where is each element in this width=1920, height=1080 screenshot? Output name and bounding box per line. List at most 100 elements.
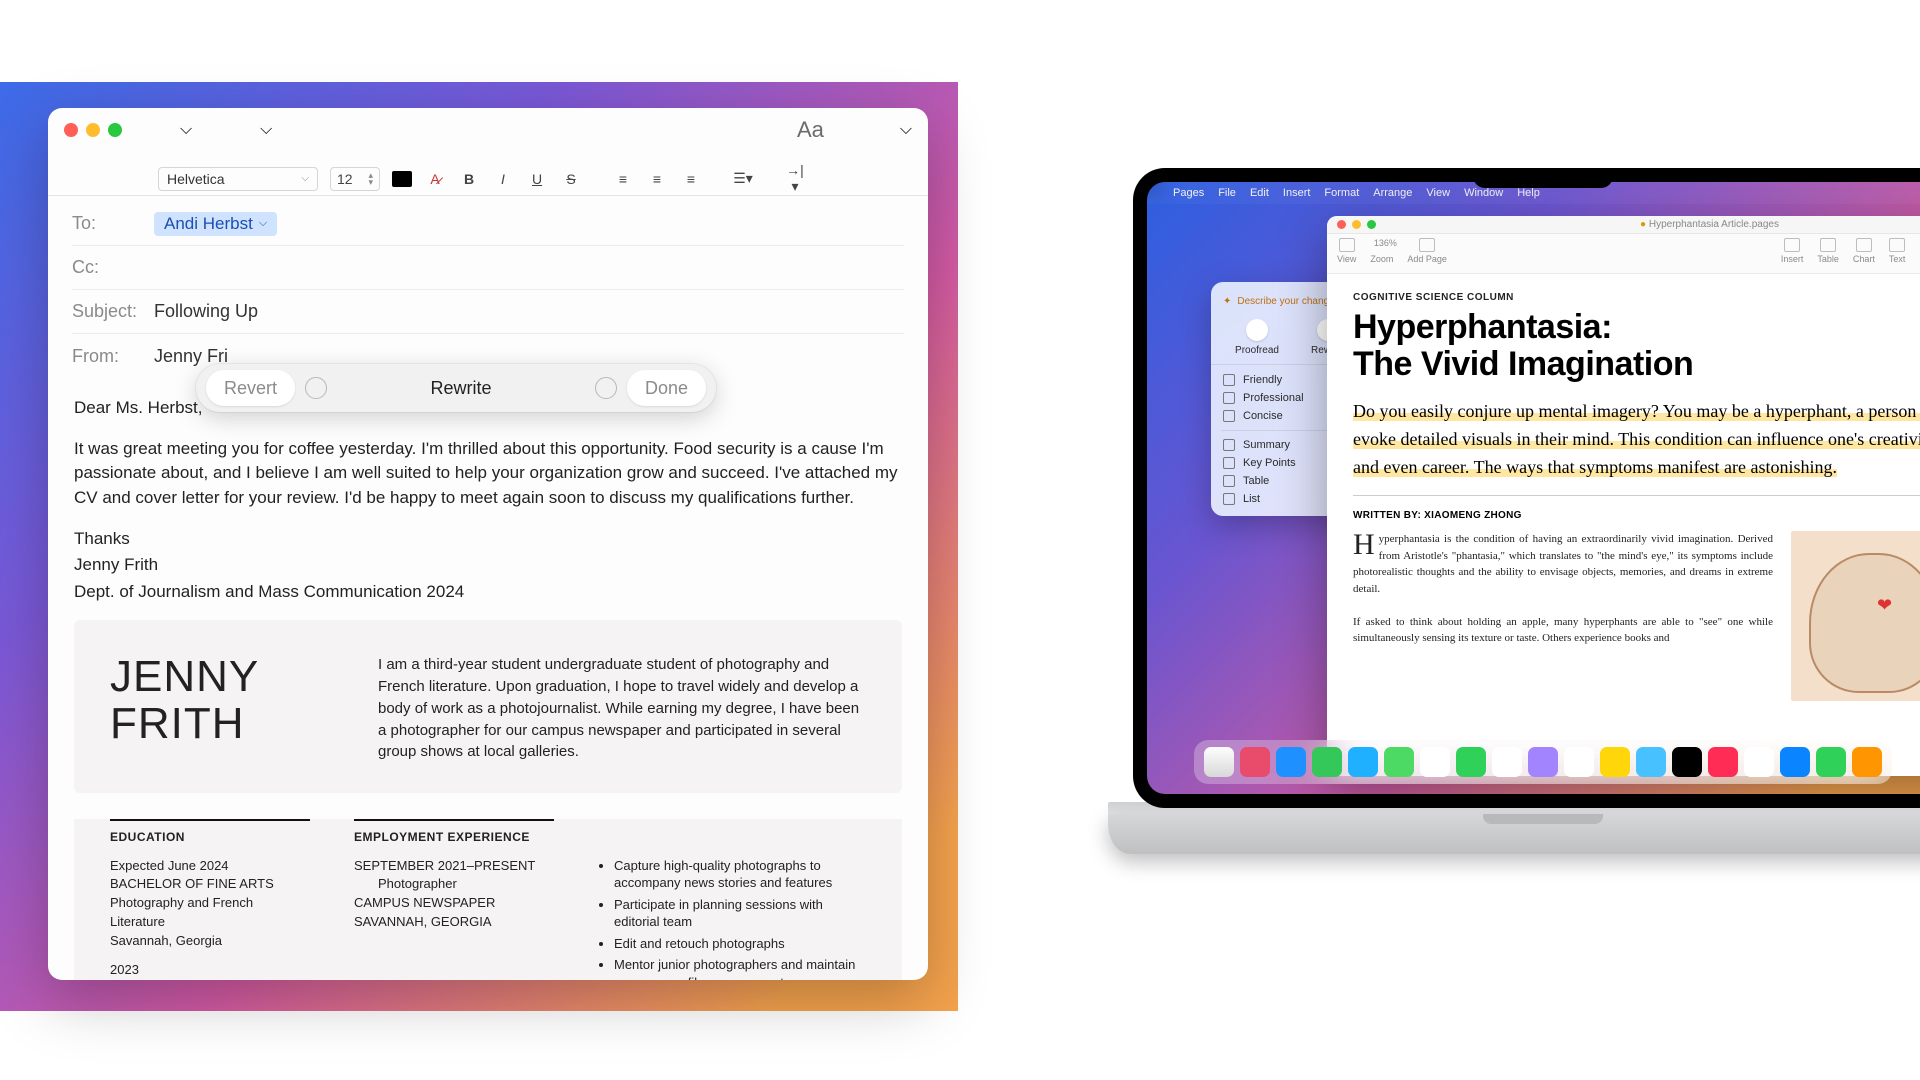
text-button[interactable]: Text	[1889, 238, 1906, 264]
resume-attachment: JENNY FRITH I am a third-year student un…	[74, 620, 902, 793]
messages-icon[interactable]	[1312, 747, 1342, 777]
minimize-icon[interactable]	[86, 123, 100, 137]
font-select[interactable]: Helvetica ⌵	[158, 167, 318, 191]
launchpad-icon[interactable]	[1240, 747, 1270, 777]
finder-icon[interactable]	[1204, 747, 1234, 777]
briefcase-icon	[1223, 392, 1235, 404]
photos-icon[interactable]	[1420, 747, 1450, 777]
subject-field-row[interactable]: Subject: Following Up	[72, 290, 904, 334]
indent-icon[interactable]: →|▾	[784, 162, 806, 195]
to-label: To:	[72, 213, 140, 234]
message-body[interactable]: Revert Rewrite Done Dear Ms. Herbst, It …	[48, 378, 928, 980]
header-fields: To: Andi Herbst ⌵ Cc: Subject: Following…	[48, 196, 928, 378]
safari-icon[interactable]	[1276, 747, 1306, 777]
signature-dept: Dept. of Journalism and Mass Communicati…	[74, 580, 902, 605]
cc-field-row[interactable]: Cc:	[72, 246, 904, 290]
history-icon[interactable]	[305, 377, 327, 399]
menu-item[interactable]: Insert	[1283, 187, 1311, 199]
font-size-select[interactable]: 12 ▴▾	[330, 167, 380, 191]
format-bar: Helvetica ⌵ 12 ▴▾ A̷ B I U S ≡ ≡ ≡ ☰▾ →|…	[48, 162, 928, 196]
pages-icon[interactable]	[1852, 747, 1882, 777]
align-left-icon[interactable]: ≡	[612, 171, 634, 187]
add-page-button[interactable]: Add Page	[1407, 238, 1447, 264]
send-options-chevron-icon[interactable]: ⌵	[180, 121, 192, 139]
music-icon[interactable]	[1708, 747, 1738, 777]
stationery-chevron-icon[interactable]: ⌵	[260, 121, 272, 139]
menu-item[interactable]: Arrange	[1373, 187, 1412, 199]
underline-button[interactable]: U	[526, 171, 548, 187]
view-button[interactable]: View	[1337, 238, 1356, 264]
laptop-base	[1108, 814, 1920, 854]
body-paragraph: It was great meeting you for coffee yest…	[74, 437, 902, 511]
font-size: 12	[337, 171, 353, 187]
minimize-icon[interactable]	[1352, 220, 1361, 229]
numbers-icon[interactable]	[1816, 747, 1846, 777]
laptop-screen: Pages File Edit Insert Format Arrange Vi…	[1133, 168, 1920, 808]
revert-button[interactable]: Revert	[206, 370, 295, 406]
font-name: Helvetica	[167, 171, 225, 187]
tv-icon[interactable]	[1672, 747, 1702, 777]
close-icon[interactable]	[1337, 220, 1346, 229]
pages-toolbar: View 136%Zoom Add Page Insert Table Char…	[1327, 234, 1920, 274]
insert-button[interactable]: Insert	[1781, 238, 1804, 264]
table-button[interactable]: Table	[1817, 238, 1839, 264]
article-illustration: ❤	[1791, 531, 1920, 701]
chevron-down-icon[interactable]: ⌵	[259, 217, 267, 230]
resume-bio: I am a third-year student undergraduate …	[378, 654, 866, 763]
from-label: From:	[72, 346, 140, 367]
align-right-icon[interactable]: ≡	[680, 171, 702, 187]
subject-label: Subject:	[72, 301, 140, 322]
zoom-icon[interactable]	[1367, 220, 1376, 229]
menu-item[interactable]: Window	[1464, 187, 1503, 199]
news-icon[interactable]	[1744, 747, 1774, 777]
keypoints-icon	[1223, 457, 1235, 469]
byline: WRITTEN BY: XIAOMENG ZHONG	[1353, 510, 1920, 521]
italic-button[interactable]: I	[492, 171, 514, 187]
strike-button[interactable]: S	[560, 171, 582, 187]
pages-window: ● Hyperphantasia Article.pages View 136%…	[1327, 216, 1920, 776]
calendar-icon[interactable]	[1492, 747, 1522, 777]
align-center-icon[interactable]: ≡	[646, 171, 668, 187]
reminders-icon[interactable]	[1564, 747, 1594, 777]
format-icon[interactable]: Aa	[797, 117, 824, 143]
recipient-chip[interactable]: Andi Herbst ⌵	[154, 212, 277, 236]
bold-button[interactable]: B	[458, 171, 480, 187]
employment-heading: EMPLOYMENT EXPERIENCE	[354, 819, 554, 846]
sparkle-icon: ✦	[1223, 296, 1231, 307]
notch	[1473, 168, 1613, 188]
thanks-line: Thanks	[74, 527, 902, 552]
menu-item[interactable]: Edit	[1250, 187, 1269, 199]
maps-icon[interactable]	[1384, 747, 1414, 777]
photo-chevron-icon[interactable]: ⌵	[900, 121, 912, 139]
proofread-icon	[1246, 319, 1268, 341]
document-body[interactable]: COGNITIVE SCIENCE COLUMN VOLUME 7, ISSUE…	[1327, 274, 1920, 719]
notes-icon[interactable]	[1600, 747, 1630, 777]
rewrite-label: Rewrite	[430, 375, 491, 401]
recipient-name: Andi Herbst	[164, 214, 253, 234]
color-swatch[interactable]	[392, 171, 412, 187]
menu-item[interactable]: Format	[1324, 187, 1359, 199]
list-icon[interactable]: ☰▾	[732, 170, 754, 187]
menu-item[interactable]: View	[1426, 187, 1450, 199]
menu-item[interactable]: Help	[1517, 187, 1540, 199]
macbook-mockup: Pages File Edit Insert Format Arrange Vi…	[1108, 168, 1920, 948]
proofread-button[interactable]: Proofread	[1235, 319, 1279, 356]
article-title: Hyperphantasia: The Vivid Imagination	[1353, 309, 1920, 384]
zoom-button[interactable]: 136%Zoom	[1370, 238, 1393, 264]
chart-button[interactable]: Chart	[1853, 238, 1875, 264]
done-button[interactable]: Done	[627, 370, 706, 406]
mail-icon[interactable]	[1348, 747, 1378, 777]
zoom-icon[interactable]	[108, 123, 122, 137]
freeform-icon[interactable]	[1636, 747, 1666, 777]
refresh-icon[interactable]	[595, 377, 617, 399]
to-field-row[interactable]: To: Andi Herbst ⌵	[72, 202, 904, 246]
menu-item[interactable]: Pages	[1173, 187, 1204, 199]
facetime-icon[interactable]	[1456, 747, 1486, 777]
clear-style-icon[interactable]: A̷	[424, 171, 446, 187]
article-column: Hyperphantasia is the condition of havin…	[1353, 531, 1773, 701]
appstore-icon[interactable]	[1780, 747, 1810, 777]
menu-item[interactable]: File	[1218, 187, 1236, 199]
contacts-icon[interactable]	[1528, 747, 1558, 777]
close-icon[interactable]	[64, 123, 78, 137]
cc-label: Cc:	[72, 257, 140, 278]
